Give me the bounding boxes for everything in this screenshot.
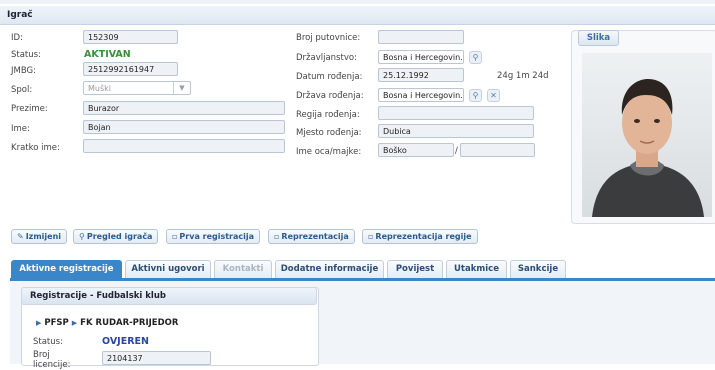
prezime-label: Prezime: [11, 104, 48, 114]
id-label: ID: [11, 33, 23, 43]
name-separator: / [455, 146, 458, 156]
search-icon: ⚲ [79, 232, 85, 241]
tab-kontakti[interactable]: Kontakti [214, 260, 272, 278]
federation-link[interactable]: PFSP [44, 318, 68, 328]
search-icon[interactable]: ⚲ [469, 51, 482, 64]
status-value: AKTIVAN [84, 49, 131, 60]
spol-select[interactable]: Muški ▼ [83, 81, 191, 95]
age-text: 24g 1m 24d [497, 71, 549, 81]
majka-field[interactable] [460, 143, 535, 157]
registration-status-label: Status: [33, 337, 63, 347]
id-field[interactable]: 152309 [83, 30, 178, 44]
club-link[interactable]: FK RUDAR-PRIJEDOR [80, 318, 178, 328]
spol-label: Spol: [11, 85, 33, 95]
chevron-right-icon: ▶ [71, 319, 78, 327]
player-overview-button[interactable]: ⚲ Pregled igrača [73, 229, 159, 244]
close-icon[interactable]: ✕ [487, 89, 500, 102]
licence-label: Broj licencije: [33, 350, 71, 370]
panel-header: Igrač [0, 6, 715, 25]
document-icon: ▫ [274, 232, 280, 241]
edit-button-label: Izmijeni [25, 232, 62, 241]
document-icon: ▫ [368, 232, 374, 241]
national-team-button[interactable]: ▫ Reprezentacija [268, 229, 355, 244]
edit-button[interactable]: ✎ Izmijeni [11, 229, 68, 244]
putovnica-field[interactable] [378, 30, 464, 44]
pencil-icon: ✎ [17, 232, 24, 241]
mjesto-rodjenja-label: Mjesto rođenja: [296, 128, 362, 138]
regional-team-button[interactable]: ▫ Reprezentacija regije [362, 229, 478, 244]
chevron-right-icon: ▶ [36, 319, 42, 327]
datum-rodjenja-label: Datum rođenja: [296, 72, 363, 82]
roditelj-label: Ime oca/majke: [296, 147, 362, 157]
club-breadcrumb: ▶ PFSP ▶ FK RUDAR-PRIJEDOR [33, 318, 178, 328]
national-team-button-label: Reprezentacija [281, 232, 349, 241]
regija-rodjenja-label: Regija rođenja: [296, 110, 360, 120]
drzavljanstvo-field[interactable]: Bosna i Hercegovin... [378, 50, 464, 64]
mjesto-rodjenja-field[interactable]: Dubica [378, 124, 534, 138]
first-registration-button-label: Prva registracija [179, 232, 255, 241]
top-strip [0, 0, 715, 4]
tab-sankcije[interactable]: Sankcije [510, 260, 566, 278]
photo-tab[interactable]: Slika [578, 30, 619, 46]
chevron-down-icon[interactable]: ▼ [173, 82, 190, 94]
regional-team-button-label: Reprezentacija regije [375, 232, 472, 241]
panel-title: Igrač [7, 10, 33, 20]
tab-aktivni-ugovori[interactable]: Aktivni ugovori [125, 260, 211, 278]
search-icon[interactable]: ⚲ [469, 89, 482, 102]
document-icon: ▫ [172, 232, 178, 241]
jmbg-field[interactable]: 2512992161947 [83, 62, 178, 76]
player-photo [582, 53, 712, 217]
spol-value: Muški [88, 84, 111, 93]
drzava-rodjenja-field[interactable]: Bosna i Hercegovin... [378, 88, 464, 102]
putovnica-label: Broj putovnice: [296, 33, 361, 43]
licence-field[interactable]: 2104137 [102, 351, 211, 365]
kratko-ime-field[interactable] [83, 139, 285, 153]
drzavljanstvo-label: Državljanstvo: [296, 53, 357, 63]
ime-field[interactable]: Bojan [83, 120, 285, 134]
status-label: Status: [11, 50, 41, 60]
regija-rodjenja-field[interactable] [378, 106, 534, 120]
registration-status-value: OVJEREN [102, 336, 149, 347]
first-registration-button[interactable]: ▫ Prva registracija [166, 229, 261, 244]
jmbg-label: JMBG: [11, 66, 36, 76]
otac-field[interactable]: Boško [378, 143, 454, 157]
tab-utakmice[interactable]: Utakmice [446, 260, 507, 278]
registration-panel-title: Registracije - Fudbalski klub [21, 287, 317, 305]
tab-aktivne-registracije[interactable]: Aktivne registracije [11, 260, 122, 278]
tab-povijest[interactable]: Povijest [387, 260, 443, 278]
datum-rodjenja-field[interactable]: 25.12.1992 [378, 68, 464, 82]
ime-label: Ime: [11, 124, 30, 134]
prezime-field[interactable]: Burazor [83, 101, 285, 115]
drzava-rodjenja-label: Država rođenja: [296, 91, 364, 101]
kratko-ime-label: Kratko ime: [11, 143, 60, 153]
tab-dodatne-informacije[interactable]: Dodatne informacije [275, 260, 384, 278]
player-overview-button-label: Pregled igrača [86, 232, 153, 241]
